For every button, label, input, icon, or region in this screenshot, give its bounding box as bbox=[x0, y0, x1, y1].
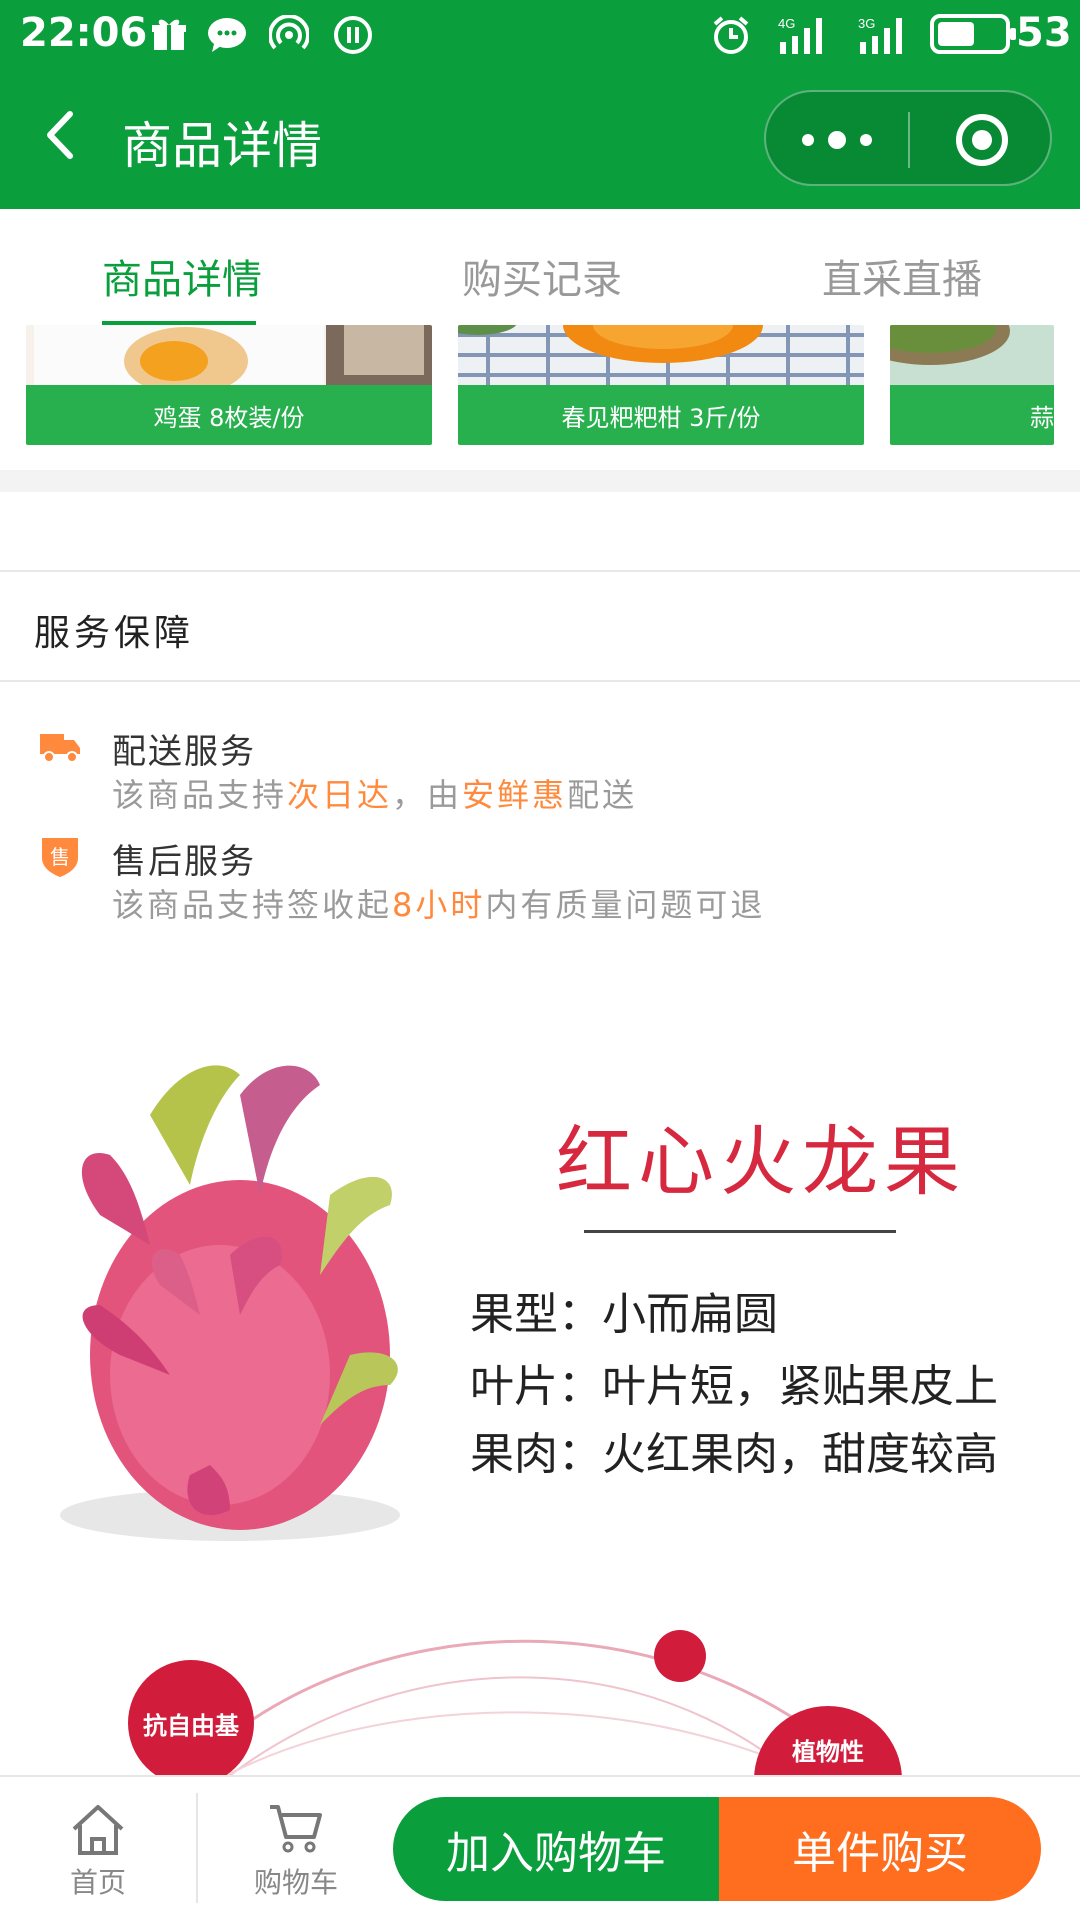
dragon-fruit-illustration bbox=[60, 1065, 400, 1541]
battery-icon bbox=[930, 14, 1016, 54]
alarm-icon bbox=[708, 12, 754, 58]
nav-divider bbox=[196, 1793, 198, 1903]
battery-level: 53 bbox=[1016, 10, 1072, 56]
cart-label: 购物车 bbox=[253, 1866, 338, 1899]
desc-text: 配送 bbox=[567, 776, 638, 814]
signal-4g-icon: 4G bbox=[776, 12, 832, 58]
after-sales-shield-icon: 售 bbox=[42, 838, 78, 877]
tab-product-details[interactable]: 商品详情 bbox=[102, 247, 262, 305]
status-time: 22:06 bbox=[20, 10, 148, 56]
header: 22:06 4G 3G 53 商品详情 bbox=[0, 0, 1080, 209]
status-bar: 22:06 4G 3G 53 bbox=[0, 0, 1080, 70]
home-nav-button[interactable]: 首页 bbox=[38, 1801, 158, 1901]
promo-row: 叶片：叶片短，紧贴果皮上 bbox=[470, 1361, 998, 1412]
antioxidant-badge: 抗自由基 bbox=[128, 1660, 254, 1775]
delivery-service-heading: 配送服务 bbox=[112, 732, 256, 772]
delivery-truck-icon bbox=[40, 734, 80, 763]
tab-purchase-records[interactable]: 购买记录 bbox=[462, 247, 622, 305]
next-day-highlight: 次日达 bbox=[287, 776, 393, 814]
product-label: 春见粑粑柑 3斤/份 bbox=[458, 385, 864, 445]
bottom-action-bar: 首页 购物车 加入购物车 单件购买 bbox=[0, 1775, 1080, 1922]
product-label: 蒜 bbox=[890, 385, 1054, 445]
signal-3g-label: 3G bbox=[858, 16, 875, 31]
capsule-divider bbox=[908, 112, 910, 168]
wechat-icon bbox=[204, 12, 250, 58]
desc-text: 该商品支持签收起 bbox=[112, 886, 393, 924]
courier-highlight: 安鲜惠 bbox=[462, 776, 568, 814]
service-section-title: 服务保障 bbox=[34, 613, 195, 654]
product-card[interactable]: 鸡蛋 8枚装/份 bbox=[26, 325, 432, 445]
miniprogram-capsule bbox=[764, 90, 1052, 186]
after-sales-heading: 售后服务 bbox=[112, 842, 256, 882]
orange-image bbox=[458, 325, 864, 385]
cart-nav-button[interactable]: 购物车 bbox=[236, 1801, 356, 1901]
page-title: 商品详情 bbox=[122, 117, 322, 175]
product-label: 鸡蛋 8枚装/份 bbox=[26, 385, 432, 445]
more-button[interactable] bbox=[802, 110, 872, 170]
hours-highlight: 8小时 bbox=[392, 886, 486, 924]
more-dot-icon bbox=[860, 134, 872, 146]
desc-text: ，由 bbox=[392, 776, 463, 814]
back-button[interactable] bbox=[36, 100, 86, 170]
signal-4g-label: 4G bbox=[778, 16, 795, 31]
divider bbox=[0, 680, 1080, 682]
desc-text: 内有质量问题可退 bbox=[485, 886, 766, 924]
gift-icon bbox=[146, 12, 192, 58]
after-sales-badge-text: 售 bbox=[50, 845, 70, 869]
garlic-sprout-image bbox=[890, 325, 1054, 385]
home-icon bbox=[72, 1805, 124, 1855]
tab-bar: 商品详情 购买记录 直采直播 bbox=[0, 209, 1080, 329]
desc-text: 该商品支持 bbox=[112, 776, 288, 814]
more-dot-icon bbox=[828, 131, 846, 149]
promo-row: 果型：小而扁圆 bbox=[470, 1289, 778, 1340]
buy-single-button[interactable]: 单件购买 bbox=[719, 1797, 1041, 1901]
more-dot-icon bbox=[802, 134, 814, 146]
pause-icon bbox=[330, 12, 376, 58]
tab-live-stream[interactable]: 直采直播 bbox=[822, 247, 982, 305]
decorative-dot bbox=[654, 1630, 706, 1682]
product-card[interactable]: 蒜 bbox=[890, 325, 1054, 445]
promo-title: 红心火龙果 bbox=[556, 1117, 966, 1206]
chevron-left-icon bbox=[47, 111, 73, 159]
hotspot-icon bbox=[266, 12, 312, 58]
after-sales-desc: 该商品支持签收起8小时内有质量问题可退 bbox=[112, 880, 765, 926]
promo-divider bbox=[584, 1230, 896, 1233]
delivery-service-desc: 该商品支持次日达，由安鲜惠配送 bbox=[112, 770, 637, 816]
product-card[interactable]: 春见粑粑柑 3斤/份 bbox=[458, 325, 864, 445]
signal-3g-icon: 3G bbox=[856, 12, 912, 58]
cart-icon bbox=[270, 1805, 322, 1853]
promo-row: 果肉：火红果肉，甜度较高 bbox=[470, 1429, 998, 1480]
close-miniprogram-button[interactable] bbox=[956, 114, 1008, 166]
divider bbox=[0, 570, 1080, 572]
home-label: 首页 bbox=[69, 1866, 126, 1899]
add-to-cart-button[interactable]: 加入购物车 bbox=[393, 1797, 719, 1901]
product-detail-image: 红心火龙果 果型：小而扁圆 叶片：叶片短，紧贴果皮上 果肉：火红果肉，甜度较高 … bbox=[0, 1000, 1080, 1775]
section-gap bbox=[0, 470, 1080, 492]
related-products-strip[interactable]: 鸡蛋 8枚装/份 春见粑粑柑 3斤/份 蒜 bbox=[0, 325, 1080, 470]
egg-image bbox=[26, 325, 432, 385]
